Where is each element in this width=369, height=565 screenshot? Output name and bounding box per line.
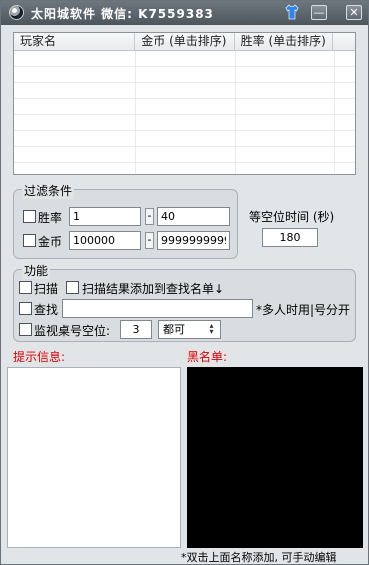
winrate-range-separator: - bbox=[145, 208, 154, 225]
footer-hint: *双击上面名称添加, 可手动编辑 bbox=[181, 551, 337, 564]
gold-checkbox[interactable] bbox=[23, 234, 36, 247]
scan-add-label: 扫描结果添加到查找名单↓ bbox=[82, 282, 225, 296]
winrate-checkbox[interactable] bbox=[23, 210, 36, 223]
search-label: 查找 bbox=[34, 303, 59, 317]
gold-label: 金币 bbox=[38, 235, 63, 249]
winrate-max-input[interactable] bbox=[157, 207, 230, 226]
minimize-button[interactable]: — bbox=[311, 5, 327, 20]
blacklist-textarea[interactable] bbox=[187, 367, 363, 548]
scan-checkbox[interactable] bbox=[19, 281, 32, 294]
player-table[interactable]: 玩家名 金币 (单击排序) 胜率 (单击排序) bbox=[13, 32, 356, 175]
search-checkbox[interactable] bbox=[19, 302, 32, 315]
app-window: 太阳城软件 微信: K7559383 — ✕ 玩家名 金币 (单击排序) 胜率 … bbox=[0, 0, 369, 565]
filter-group-label: 过滤条件 bbox=[22, 182, 75, 199]
column-header-gold[interactable]: 金币 (单击排序) bbox=[135, 33, 235, 50]
idle-time-label: 等空位时间 (秒) bbox=[249, 210, 335, 224]
updown-arrows-icon[interactable]: ▴ ▾ bbox=[205, 322, 218, 336]
close-button[interactable]: ✕ bbox=[346, 5, 362, 20]
blacklist-label: 黑名单: bbox=[187, 350, 228, 364]
monitor-table-input[interactable] bbox=[120, 320, 152, 339]
table-body[interactable] bbox=[14, 51, 355, 174]
search-names-input[interactable] bbox=[62, 299, 253, 318]
gold-max-input[interactable] bbox=[157, 231, 230, 250]
table-header: 玩家名 金币 (单击排序) 胜率 (单击排序) bbox=[14, 33, 355, 51]
monitor-table-label: 监视桌号空位: bbox=[34, 324, 111, 338]
search-hint: *多人时用|号分开 bbox=[256, 303, 351, 317]
gold-min-input[interactable] bbox=[69, 231, 141, 250]
tips-panel[interactable] bbox=[7, 367, 181, 548]
tips-label: 提示信息: bbox=[13, 350, 66, 364]
scan-label: 扫描 bbox=[34, 282, 59, 296]
skin-shirt-icon[interactable] bbox=[284, 4, 300, 20]
column-header-player[interactable]: 玩家名 bbox=[14, 33, 136, 50]
winrate-label: 胜率 bbox=[38, 211, 63, 225]
scan-add-checkbox[interactable] bbox=[66, 281, 79, 294]
winrate-min-input[interactable] bbox=[69, 207, 141, 226]
title-bar[interactable]: 太阳城软件 微信: K7559383 — ✕ bbox=[1, 1, 368, 25]
column-header-filler bbox=[333, 33, 355, 50]
idle-time-input[interactable] bbox=[262, 228, 318, 247]
app-logo-icon bbox=[9, 5, 24, 20]
gold-range-separator: - bbox=[145, 232, 154, 249]
window-title: 太阳城软件 微信: K7559383 bbox=[31, 7, 214, 21]
column-header-winrate[interactable]: 胜率 (单击排序) bbox=[235, 33, 334, 50]
monitor-checkbox[interactable] bbox=[19, 323, 32, 336]
monitor-mode-select[interactable]: 都可 ▴ ▾ bbox=[158, 320, 221, 339]
function-group-label: 功能 bbox=[22, 262, 51, 279]
monitor-mode-value: 都可 bbox=[163, 323, 185, 336]
